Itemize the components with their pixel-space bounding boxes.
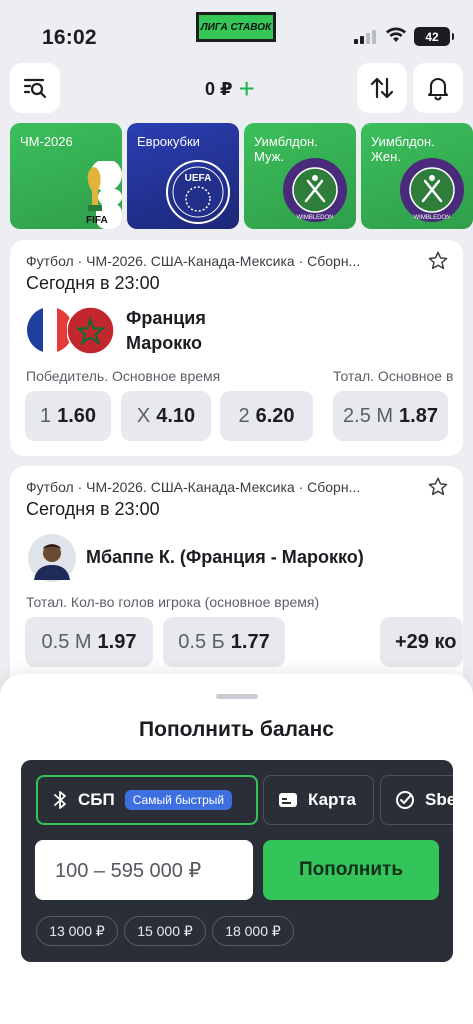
odd-value: 1.87	[399, 404, 438, 427]
add-funds-icon[interactable]: +	[239, 75, 255, 103]
morocco-flag-icon	[67, 307, 114, 354]
odd-button-draw[interactable]: X 4.10	[121, 391, 211, 441]
tab-sber[interactable]: Sbe	[380, 775, 453, 825]
category-label: Еврокубки	[137, 134, 200, 149]
card-icon	[279, 793, 297, 807]
cellular-signal-icon	[354, 30, 376, 44]
odd-value: 6.20	[255, 404, 295, 427]
odd-value: 1.60	[57, 404, 97, 427]
preset-amount-chip[interactable]: 13 000 ₽	[36, 916, 118, 946]
status-time: 16:02	[42, 26, 97, 49]
wimbledon-logo: WIMBLEDON	[283, 158, 347, 222]
team-home: Франция	[126, 308, 206, 328]
tab-sbp[interactable]: СБП Самый быстрый	[36, 775, 258, 825]
favorite-star-icon[interactable]	[427, 250, 449, 272]
odd-key: 2.5 М	[343, 404, 394, 427]
favorite-star-icon[interactable]	[427, 476, 449, 498]
topup-button[interactable]: Пополнить	[263, 840, 439, 900]
player-name: Мбаппе К. (Франция - Марокко)	[86, 547, 364, 567]
wifi-icon	[386, 27, 406, 42]
fastest-badge: Самый быстрый	[124, 790, 233, 810]
sheet-title: Пополнить баланс	[139, 718, 334, 741]
battery-indicator: 42	[414, 27, 454, 46]
uefa-logo: UEFA	[166, 160, 230, 224]
event-league: Футбол · ЧМ-2026. США-Канада-Мексика · С…	[26, 479, 361, 495]
bell-icon	[427, 77, 449, 101]
odd-button-away[interactable]: 2 6.20	[220, 391, 313, 441]
fifa-logo-text: FIFA	[86, 215, 108, 226]
tab-label: Sbe	[425, 790, 453, 809]
odd-value: 1.77	[230, 630, 270, 653]
search-filter-icon	[23, 78, 47, 99]
balance-display[interactable]: 0 ₽ +	[205, 74, 255, 104]
odd-button-under[interactable]: 0.5 М 1.97	[25, 617, 153, 667]
preset-amount-chip[interactable]: 18 000 ₽	[212, 916, 294, 946]
category-tile-eurocups[interactable]: Еврокубки UEFA	[127, 123, 239, 229]
sber-icon	[396, 791, 414, 809]
odd-key: 0.5 М	[41, 630, 92, 653]
odd-key: 0.5 Б	[178, 630, 225, 653]
market-label-player-goals: Тотал. Кол-во голов игрока (основное вре…	[26, 594, 320, 610]
brand-logo: ЛИГА СТАВОК	[196, 12, 276, 42]
event-time: Сегодня в 23:00	[26, 273, 160, 293]
category-tile-worldcup[interactable]: ЧМ-2026 FIFA	[10, 123, 122, 229]
sbp-icon	[54, 791, 66, 809]
tab-card[interactable]: Карта	[263, 775, 374, 825]
fifa-worldcup-logo: FIFA	[86, 161, 122, 229]
event-card-france-morocco[interactable]: Футбол · ЧМ-2026. США-Канада-Мексика · С…	[10, 240, 463, 456]
wimbledon-logo-text: WIMBLEDON	[296, 215, 333, 221]
sort-arrows-icon	[370, 77, 394, 99]
sheet-drag-handle[interactable]	[216, 694, 258, 699]
amount-placeholder: 100 – 595 000 ₽	[55, 859, 202, 882]
amount-input[interactable]: 100 – 595 000 ₽	[35, 840, 253, 900]
balance-amount: 0 ₽	[205, 78, 233, 99]
odd-key: 2	[238, 404, 250, 427]
event-card-mbappe[interactable]: Футбол · ЧМ-2026. США-Канада-Мексика · С…	[10, 466, 463, 696]
wimbledon-logo-text: WIMBLEDON	[413, 215, 450, 221]
topup-bottom-sheet: Пополнить баланс СБП Самый быстрый Карта…	[0, 674, 473, 1024]
wimbledon-logo: WIMBLEDON	[400, 158, 464, 222]
market-label-total: Тотал. Основное в	[333, 368, 454, 384]
notifications-button[interactable]	[413, 63, 463, 113]
odd-value: 1.97	[97, 630, 137, 653]
odd-button-over[interactable]: 0.5 Б 1.77	[163, 617, 285, 667]
tab-label: Карта	[308, 790, 356, 809]
more-markets-label: +29 ко	[395, 630, 457, 653]
player-avatar	[28, 534, 76, 582]
sort-button[interactable]	[357, 63, 407, 113]
category-tile-wimbledon-women[interactable]: Уимблдон. Жен. WIMBLEDON	[361, 123, 473, 229]
event-league: Футбол · ЧМ-2026. США-Канада-Мексика · С…	[26, 253, 361, 269]
search-filter-button[interactable]	[10, 63, 60, 113]
uefa-logo-text: UEFA	[185, 173, 212, 184]
odd-button-home[interactable]: 1 1.60	[25, 391, 111, 441]
odd-key: X	[136, 404, 151, 427]
event-time: Сегодня в 23:00	[26, 499, 160, 519]
odd-key: 1	[39, 404, 52, 427]
preset-amount-chip[interactable]: 15 000 ₽	[124, 916, 206, 946]
team-away: Марокко	[126, 333, 202, 353]
category-label: ЧМ-2026	[20, 134, 73, 149]
more-markets-button[interactable]: +29 ко	[380, 617, 463, 667]
odd-button-total-under[interactable]: 2.5 М 1.87	[333, 391, 448, 441]
status-bar: 16:02 ЛИГА СТАВОК 42	[0, 0, 473, 60]
payment-panel: СБП Самый быстрый Карта Sbe 100 – 595 00…	[21, 760, 453, 962]
tab-label: СБП	[78, 790, 115, 809]
category-tile-wimbledon-men[interactable]: Уимблдон. Муж. WIMBLEDON	[244, 123, 356, 229]
odd-value: 4.10	[156, 404, 196, 427]
category-carousel[interactable]: ЧМ-2026 FIFA Еврокубки UEFA Уимблдон. Му…	[10, 123, 473, 231]
market-label-winner: Победитель. Основное время	[26, 368, 221, 384]
